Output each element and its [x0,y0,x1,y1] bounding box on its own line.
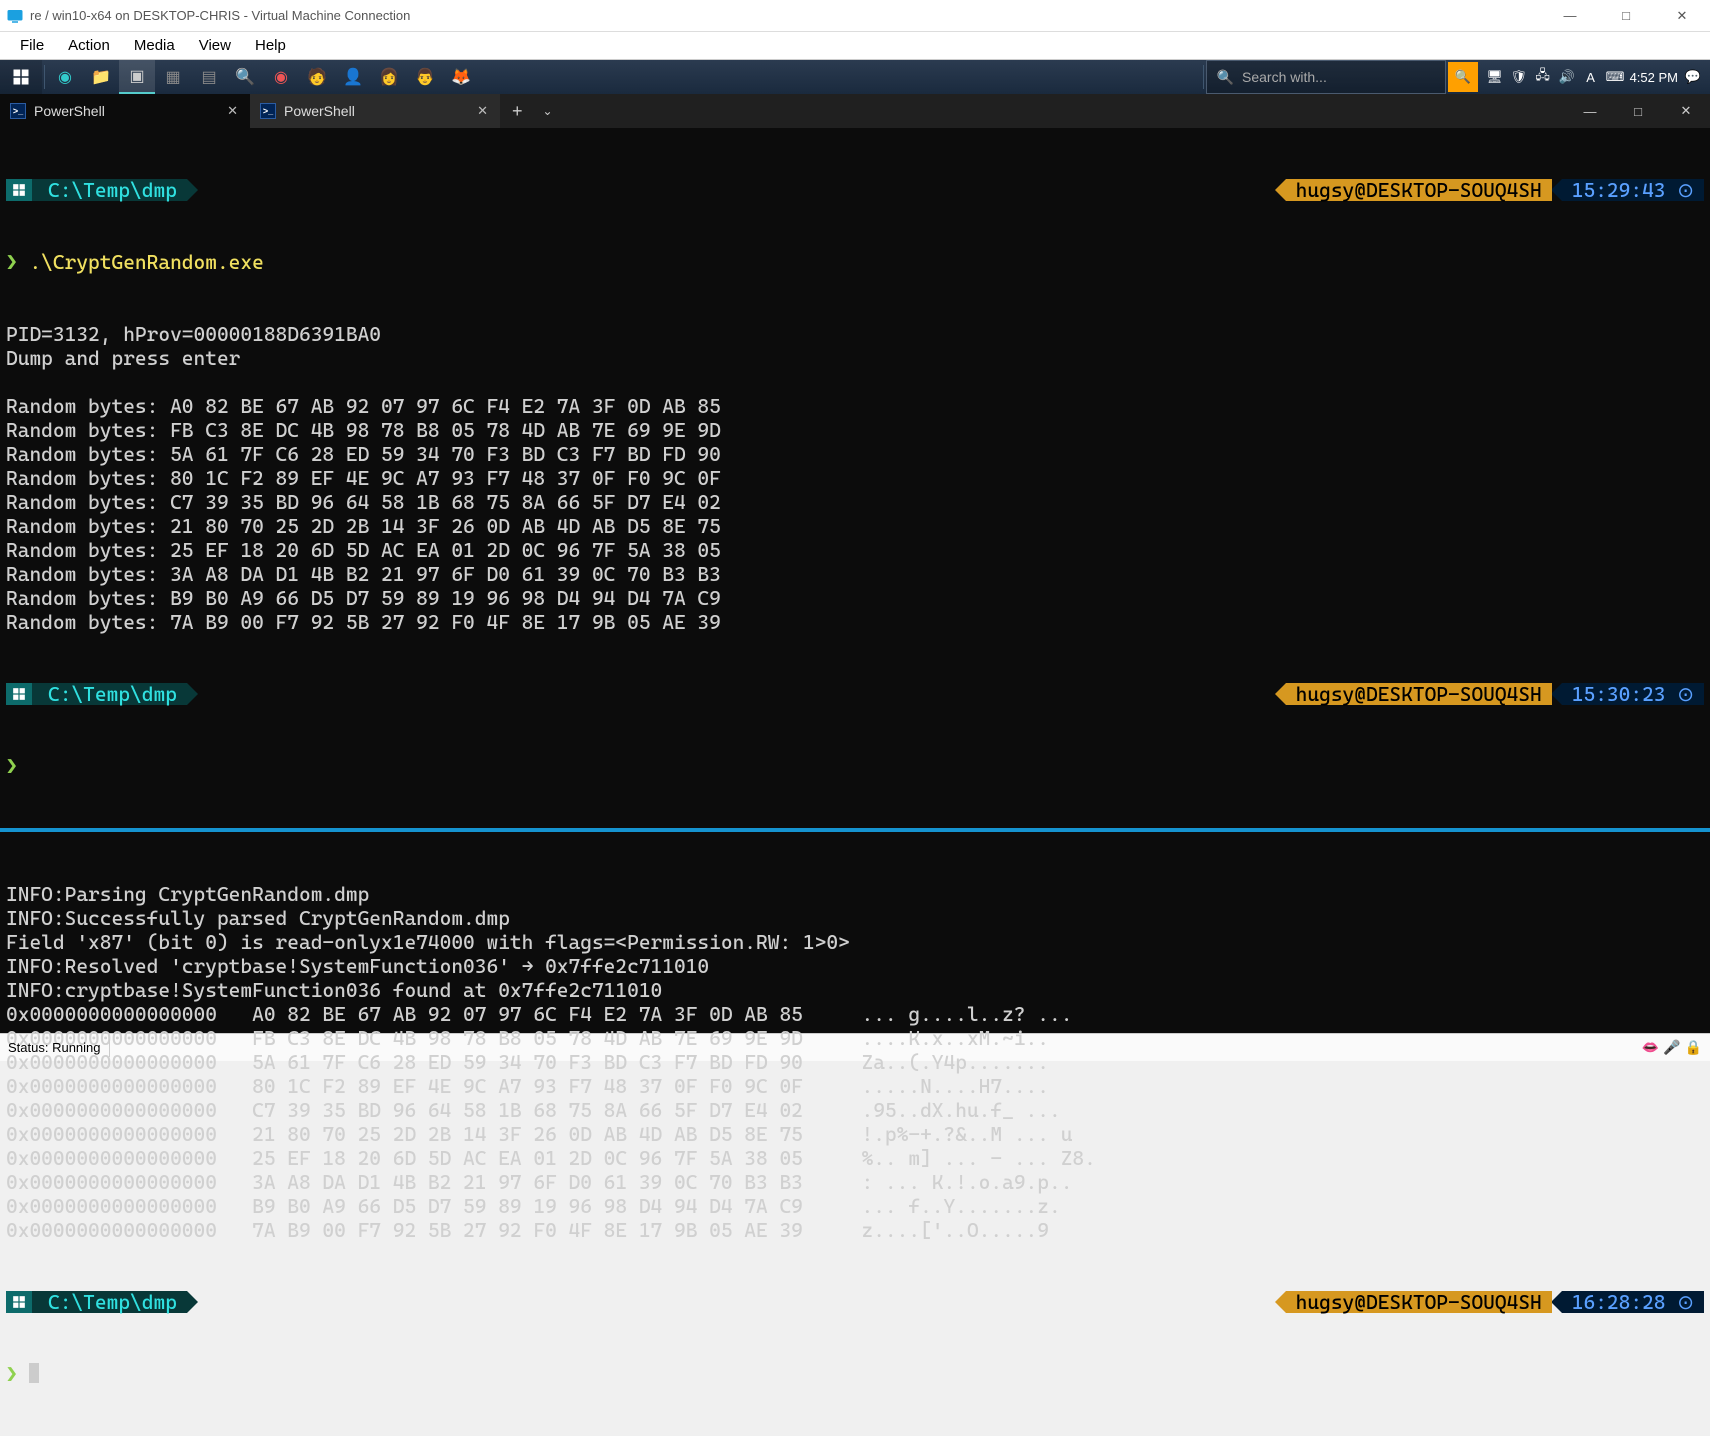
menu-action[interactable]: Action [56,33,122,58]
firefox-icon[interactable]: 🦊 [443,60,479,94]
vm-titlebar: re / win10-x64 on DESKTOP-CHRIS - Virtua… [0,0,1710,32]
command-line: ❯ .\CryptGenRandom.exe [6,250,1704,274]
status-lock-icon: 🔒 [1685,1039,1702,1056]
terminal-output-bottom: INFO:Parsing CryptGenRandom.dmp INFO:Suc… [6,882,1704,1242]
powershell-icon: >_ [260,103,276,119]
round-red-icon[interactable]: ◉ [263,60,299,94]
term-close-button[interactable]: ✕ [1662,94,1710,128]
taskbar-separator [1203,65,1204,89]
prompt-os-segment [6,179,32,201]
terminal-tabbar: >_ PowerShell ✕ >_ PowerShell ✕ + ⌄ — □ … [0,94,1710,128]
vm-status-text: Status: Running [8,1040,101,1055]
menu-help[interactable]: Help [243,33,298,58]
tray-notifications-icon[interactable]: 💬 [1684,69,1702,85]
prompt-path-segment: C:\Temp\dmp [32,1291,187,1313]
tray-ime-icon[interactable]: ⌨ [1606,69,1624,85]
prompt-os-segment [6,1291,32,1313]
prompt-time-segment: 15:30:23 ⊙ [1562,683,1704,705]
prompt-line: C:\Temp\dmp hugsy@DESKTOP-SOUQ4SH 15:30:… [6,682,1704,706]
explorer-icon[interactable]: 📁 [83,60,119,94]
app-icon-1[interactable]: ▦ [155,60,191,94]
prompt-time-segment: 15:29:43 ⊙ [1562,179,1704,201]
vm-close-button[interactable]: ✕ [1654,0,1710,32]
guest-taskbar: ◉ 📁 ▣ ▦ ▤ 🔍 ◉ 🧑 👤 👩 👨 🦊 🔍 Search with...… [0,60,1710,94]
tray-monitor-icon[interactable]: 🖥 [1486,69,1504,85]
status-net-icon: 👄 [1642,1039,1659,1056]
prompt-user-segment: hugsy@DESKTOP-SOUQ4SH [1286,1291,1552,1313]
vm-minimize-button[interactable]: — [1542,0,1598,32]
prompt-path-segment: C:\Temp\dmp [32,683,187,705]
taskbar-pinned-apps: ◉ 📁 ▣ ▦ ▤ 🔍 ◉ 🧑 👤 👩 👨 🦊 [47,60,479,94]
cursor [29,1363,39,1383]
system-tray: 🖥 🛡 🖧 🔊 A ⌨ 4:52 PM 💬 [1478,66,1710,88]
windows-icon [12,68,30,86]
tab-label: PowerShell [284,103,355,119]
new-tab-button[interactable]: + [500,101,535,122]
tab-label: PowerShell [34,103,105,119]
tray-text-icon[interactable]: A [1582,70,1600,85]
terminal-tab-1[interactable]: >_ PowerShell ✕ [0,94,250,128]
terminal-pane-top[interactable]: C:\Temp\dmp hugsy@DESKTOP-SOUQ4SH 15:29:… [0,128,1710,828]
prompt-line: C:\Temp\dmp hugsy@DESKTOP-SOUQ4SH 16:28:… [6,1290,1704,1314]
prompt-path-segment: C:\Temp\dmp [32,179,187,201]
vm-icon [6,7,24,25]
tab-dropdown-button[interactable]: ⌄ [535,104,561,118]
vm-maximize-button[interactable]: □ [1598,0,1654,32]
tab-close-icon[interactable]: ✕ [477,103,488,119]
terminal-body[interactable]: C:\Temp\dmp hugsy@DESKTOP-SOUQ4SH 15:29:… [0,128,1710,1436]
terminal-icon[interactable]: ▣ [119,60,155,94]
avatar-icon-1[interactable]: 🧑 [299,60,335,94]
avatar-icon-3[interactable]: 👩 [371,60,407,94]
edge-icon[interactable]: ◉ [47,60,83,94]
search-go-button[interactable]: 🔍 [1448,62,1478,92]
tray-sound-icon[interactable]: 🔊 [1558,69,1576,85]
start-button[interactable] [0,60,42,94]
prompt-user-segment: hugsy@DESKTOP-SOUQ4SH [1286,683,1552,705]
prompt-user-segment: hugsy@DESKTOP-SOUQ4SH [1286,179,1552,201]
taskbar-search[interactable]: 🔍 Search with... [1206,60,1446,94]
search-app-icon[interactable]: 🔍 [227,60,263,94]
powershell-icon: >_ [10,103,26,119]
menu-file[interactable]: File [8,33,56,58]
terminal-window: >_ PowerShell ✕ >_ PowerShell ✕ + ⌄ — □ … [0,94,1710,1033]
prompt-time-segment: 16:28:28 ⊙ [1562,1291,1704,1313]
search-placeholder: Search with... [1242,69,1327,85]
term-minimize-button[interactable]: — [1566,94,1614,128]
app-icon-2[interactable]: ▤ [191,60,227,94]
command-line: ❯ [6,754,1704,778]
status-mic-icon: 🎤 [1663,1039,1680,1056]
taskbar-separator [44,65,45,89]
tab-close-icon[interactable]: ✕ [227,103,238,119]
menu-media[interactable]: Media [122,33,187,58]
prompt-line: C:\Temp\dmp hugsy@DESKTOP-SOUQ4SH 15:29:… [6,178,1704,202]
vm-menubar: File Action Media View Help [0,32,1710,60]
prompt-os-segment [6,683,32,705]
terminal-tab-2[interactable]: >_ PowerShell ✕ [250,94,500,128]
tray-shield-icon[interactable]: 🛡 [1510,69,1528,85]
command-line[interactable]: ❯ [6,1362,1704,1386]
avatar-icon-4[interactable]: 👨 [407,60,443,94]
menu-view[interactable]: View [187,33,243,58]
terminal-output-top: PID=3132, hProv=00000188D6391BA0 Dump an… [6,322,1704,634]
terminal-pane-bottom[interactable]: INFO:Parsing CryptGenRandom.dmp INFO:Suc… [0,828,1710,1436]
term-maximize-button[interactable]: □ [1614,94,1662,128]
avatar-icon-2[interactable]: 👤 [335,60,371,94]
vm-window-title: re / win10-x64 on DESKTOP-CHRIS - Virtua… [30,8,1542,23]
magnifier-icon: 🔍 [1454,69,1470,85]
tray-network-icon[interactable]: 🖧 [1534,66,1552,88]
search-icon: 🔍 [1217,69,1234,86]
tray-clock[interactable]: 4:52 PM [1630,70,1678,85]
